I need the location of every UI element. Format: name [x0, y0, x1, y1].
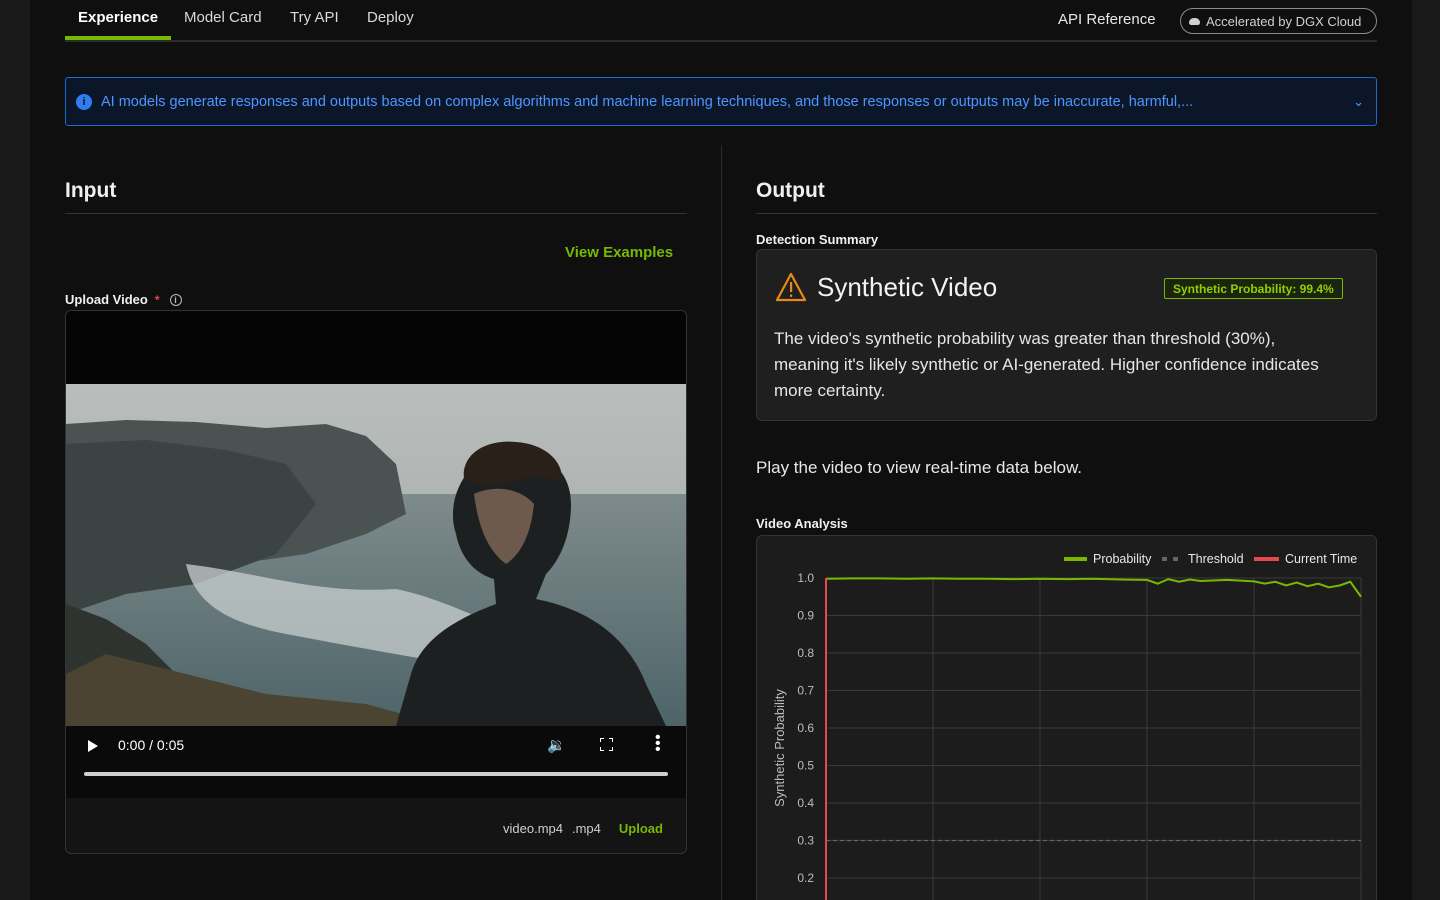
summary-text: The video's synthetic probability was gr… [774, 329, 1319, 400]
dgx-cloud-label: Accelerated by DGX Cloud [1206, 13, 1362, 29]
required-mark: * [154, 292, 160, 307]
probability-chart: 1.0 0.9 0.8 0.7 0.6 0.5 0.4 0.3 0.2 Synthetic Pro… [772, 552, 1362, 900]
info-circle-icon[interactable]: i [169, 293, 182, 306]
tab-deploy[interactable]: Deploy [354, 9, 427, 39]
output-divider [756, 213, 1377, 214]
y-axis-label: Synthetic Probability [772, 689, 787, 807]
input-title: Input [65, 179, 117, 202]
input-divider [65, 213, 687, 214]
play-icon[interactable] [88, 740, 98, 752]
video-analysis-chart-card: 1.0 0.9 0.8 0.7 0.6 0.5 0.4 0.3 0.2 Synthetic Pro… [756, 535, 1377, 900]
top-nav: Experience Model Card Try API Deploy API… [65, 0, 1377, 42]
y-tick-label: 0.7 [797, 684, 814, 698]
dgx-cloud-badge[interactable]: Accelerated by DGX Cloud [1180, 8, 1377, 34]
play-note: Play the video to view real-time data be… [756, 458, 1083, 477]
probability-series-line [825, 577, 1362, 598]
video-letterbox [66, 311, 686, 384]
file-extension: .mp4 [571, 821, 601, 836]
legend-label: Probability [1093, 552, 1152, 566]
upload-button[interactable]: Upload [619, 821, 663, 836]
cloud-icon [1189, 17, 1200, 25]
seek-bar[interactable] [84, 772, 668, 776]
y-tick-label: 0.4 [797, 796, 814, 810]
upload-video-label: Upload Video * i [65, 292, 182, 307]
file-name: video.mp4 [503, 821, 563, 836]
chevron-down-icon[interactable]: ⌄ [1353, 94, 1364, 110]
y-tick-label: 0.5 [797, 759, 814, 773]
column-divider [721, 145, 722, 900]
detection-summary-label: Detection Summary [756, 232, 879, 247]
video-player[interactable] [66, 384, 686, 726]
warning-icon [775, 272, 807, 302]
playback-time: 0:00 / 0:05 [118, 737, 185, 753]
y-tick-label: 0.6 [797, 721, 814, 735]
tab-try-api[interactable]: Try API [277, 9, 352, 39]
result-title: Synthetic Video [817, 272, 998, 302]
upload-video-label-text: Upload Video [65, 292, 148, 307]
more-options-icon[interactable]: • • • [655, 730, 661, 758]
y-tick-label: 0.8 [797, 646, 814, 660]
disclaimer-banner[interactable]: i AI models generate responses and outpu… [65, 77, 1377, 126]
tab-model-card[interactable]: Model Card [171, 9, 275, 39]
legend-label: Threshold [1188, 552, 1244, 566]
tab-experience[interactable]: Experience [65, 9, 172, 40]
output-title: Output [756, 179, 825, 202]
video-upload-box[interactable]: 0:00 / 0:05 🔉 • • • video.mp4 .mp4 Upload [65, 310, 687, 854]
y-tick-label: 0.3 [797, 834, 814, 848]
volume-icon[interactable]: 🔉 [547, 736, 566, 754]
fullscreen-icon[interactable] [600, 738, 613, 751]
disclaimer-text: AI models generate responses and outputs… [101, 93, 1194, 110]
api-reference-link[interactable]: API Reference [1058, 11, 1156, 28]
y-tick-label: 0.2 [797, 871, 814, 885]
detection-summary-card: Synthetic Video Synthetic Probability: 9… [756, 249, 1377, 421]
y-tick-label: 1.0 [797, 571, 814, 585]
legend-label: Current Time [1285, 552, 1357, 566]
video-frame-image [66, 384, 686, 726]
file-info: video.mp4 .mp4 Upload [503, 821, 663, 836]
view-examples-link[interactable]: View Examples [565, 244, 673, 261]
video-analysis-label: Video Analysis [756, 516, 848, 531]
player-controls: 0:00 / 0:05 🔉 • • • [66, 726, 686, 798]
probability-badge: Synthetic Probability: 99.4% [1164, 278, 1343, 299]
y-tick-label: 0.9 [797, 609, 814, 623]
info-icon: i [76, 93, 92, 110]
